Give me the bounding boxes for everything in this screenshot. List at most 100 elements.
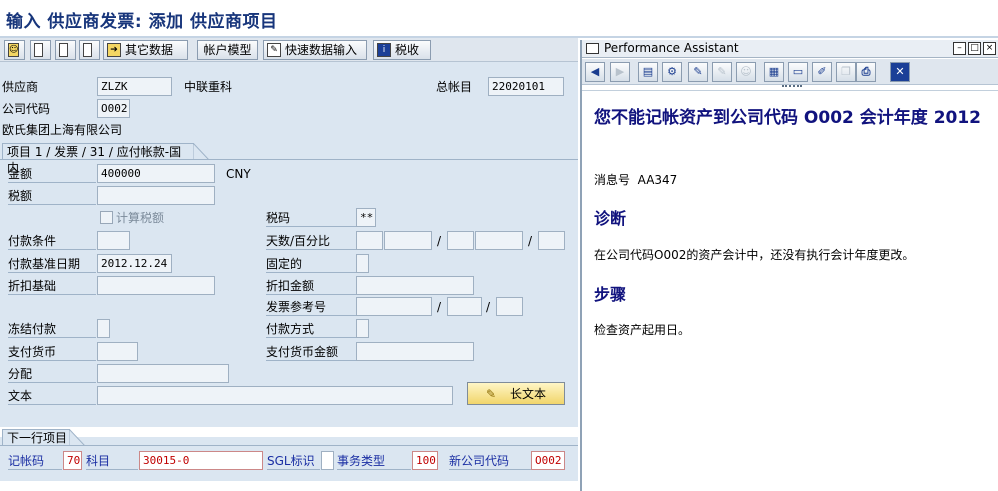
title-bar: 输入 供应商发票: 添加 供应商项目 (0, 0, 998, 38)
fast-entry-label: 快速数据输入 (285, 43, 358, 57)
pct2-field[interactable] (475, 231, 523, 250)
info-icon: i (377, 43, 391, 57)
close-icon[interactable]: × (983, 42, 996, 55)
slash-3: / (437, 300, 442, 314)
arrow-right-icon: ➔ (107, 43, 121, 57)
fixed-label: 固定的 (266, 255, 356, 273)
new-company-code-label: 新公司代码 (449, 452, 531, 470)
tax-button[interactable]: i 税收 (373, 40, 431, 60)
pencil-icon: ✎ (267, 43, 281, 57)
next-item-tab-header: 下一行项目 (2, 429, 70, 446)
pct1-field[interactable] (384, 231, 432, 250)
tax-code-label: 税码 (266, 209, 356, 227)
payment-method-field[interactable] (356, 319, 369, 338)
format-icon[interactable]: ▭ (788, 62, 808, 82)
slash-4: / (486, 300, 491, 314)
save-icon-button[interactable] (30, 40, 51, 60)
forward-icon[interactable]: ▶ (610, 62, 630, 82)
sgl-indicator-label: SGL标识 (267, 452, 320, 470)
invoice-ref-item-field[interactable] (496, 297, 523, 316)
payment-block-field[interactable] (97, 319, 110, 338)
tax-amount-label: 税额 (8, 187, 96, 205)
vendor-field[interactable]: ZLZK (97, 77, 172, 96)
table-icon[interactable]: ▦ (764, 62, 784, 82)
book-icon[interactable]: ▤ (638, 62, 658, 82)
copy-icon-button[interactable] (79, 40, 100, 60)
document-icon (34, 43, 43, 57)
gl-account-label: 总帐目 (436, 80, 473, 94)
item-tab-header: 项目 1 / 发票 / 31 / 应付帐款-国内 (2, 143, 194, 175)
account-field[interactable]: 30015-0 (139, 451, 263, 470)
edit-icon[interactable]: ✎ (688, 62, 708, 82)
technical-info-icon[interactable]: ⚙ (662, 62, 682, 82)
text-field[interactable] (97, 386, 453, 405)
fast-entry-button[interactable]: ✎ 快速数据输入 (263, 40, 367, 60)
calc-tax-label: 计算税额 (116, 211, 165, 225)
currency-label: CNY (226, 167, 251, 181)
long-text-button[interactable]: ✎ 长文本 (467, 382, 565, 405)
pa-content: 您不能记帐资产到公司代码 O002 会计年度 2012 消息号 AA347 诊断… (582, 90, 998, 491)
msg-number: AA347 (637, 173, 678, 187)
invoice-ref-field[interactable] (356, 297, 432, 316)
pa-toolbar: ◀ ▶ ▤ ⚙ ✎ ✎ ☺ ▦ ▭ ✐ ❐ ⎙ ✕ (582, 59, 998, 85)
company-code-field[interactable]: O002 (97, 99, 130, 118)
minimize-icon[interactable]: – (953, 42, 966, 55)
baseline-date-field[interactable]: 2012.12.24 (97, 254, 172, 273)
sgl-indicator-field[interactable] (321, 451, 334, 470)
message-number: 消息号 AA347 (594, 171, 677, 188)
maximize-icon[interactable]: □ (968, 42, 981, 55)
window-controls: – □ × (953, 42, 996, 55)
user-disabled-icon[interactable]: ☺ (736, 62, 756, 82)
print-icon[interactable]: ⎙ (856, 62, 876, 82)
payment-currency-amount-label: 支付货币金额 (266, 343, 356, 361)
days1-field[interactable] (356, 231, 383, 250)
section-gap (0, 427, 578, 437)
long-text-label: 长文本 (510, 387, 547, 401)
assignment-field[interactable] (97, 364, 229, 383)
user-icon-button[interactable]: ☺ (4, 40, 25, 60)
payment-terms-field[interactable] (97, 231, 130, 250)
posting-key-label: 记帐码 (8, 452, 62, 470)
back-icon[interactable]: ◀ (585, 62, 605, 82)
new-company-code-field[interactable]: O002 (531, 451, 565, 470)
amount-field[interactable]: 400000 (97, 164, 215, 183)
calc-tax-checkbox[interactable] (100, 211, 113, 224)
discount-base-field[interactable] (97, 276, 215, 295)
discount-amount-label: 折扣金额 (266, 277, 356, 295)
account-model-button[interactable]: 帐户模型 (197, 40, 258, 60)
doc-icon-button[interactable] (55, 40, 76, 60)
invoice-form: 供应商 ZLZK 中联重科 总帐目 22020101 公司代码 O002 欧氏集… (0, 62, 578, 491)
vendor-name: 中联重科 (184, 80, 233, 94)
tax-label: 税收 (395, 43, 420, 57)
resize-grip[interactable] (782, 85, 802, 89)
fixed-checkbox[interactable] (356, 254, 369, 273)
discount-base-label: 折扣基础 (8, 277, 96, 295)
payment-currency-field[interactable] (97, 342, 138, 361)
transaction-type-field[interactable]: 100 (412, 451, 438, 470)
tab-slant (69, 429, 85, 446)
diagnosis-heading: 诊断 (594, 209, 627, 228)
account-model-label: 帐户模型 (203, 43, 252, 57)
gl-account-field[interactable]: 22020101 (488, 77, 564, 96)
other-data-button[interactable]: ➔ 其它数据 (103, 40, 188, 60)
days2-field[interactable] (447, 231, 474, 250)
app-toolbar: ☺ ➔ 其它数据 帐户模型 ✎ 快速数据输入 i 税收 (0, 38, 578, 62)
pa-heading: 您不能记帐资产到公司代码 O002 会计年度 2012 (594, 108, 982, 128)
edit-disabled-icon[interactable]: ✎ (712, 62, 732, 82)
discount-amount-field[interactable] (356, 276, 474, 295)
window-icon (586, 43, 599, 54)
pa-title: Performance Assistant (604, 41, 739, 55)
close-x-icon[interactable]: ✕ (890, 62, 910, 82)
amount-label: 金额 (8, 165, 96, 183)
assignment-label: 分配 (8, 365, 96, 383)
pa-title-bar: Performance Assistant – □ × (582, 40, 998, 58)
days3-field[interactable] (538, 231, 565, 250)
user-icon: ☺ (8, 43, 20, 57)
posting-key-field[interactable]: 70 (63, 451, 82, 470)
tax-code-field[interactable]: ** (356, 208, 376, 227)
pen-icon[interactable]: ✐ (812, 62, 832, 82)
invoice-ref-year-field[interactable] (447, 297, 482, 316)
copy-disabled-icon[interactable]: ❐ (836, 62, 856, 82)
payment-currency-amount-field[interactable] (356, 342, 474, 361)
tax-amount-field[interactable] (97, 186, 215, 205)
